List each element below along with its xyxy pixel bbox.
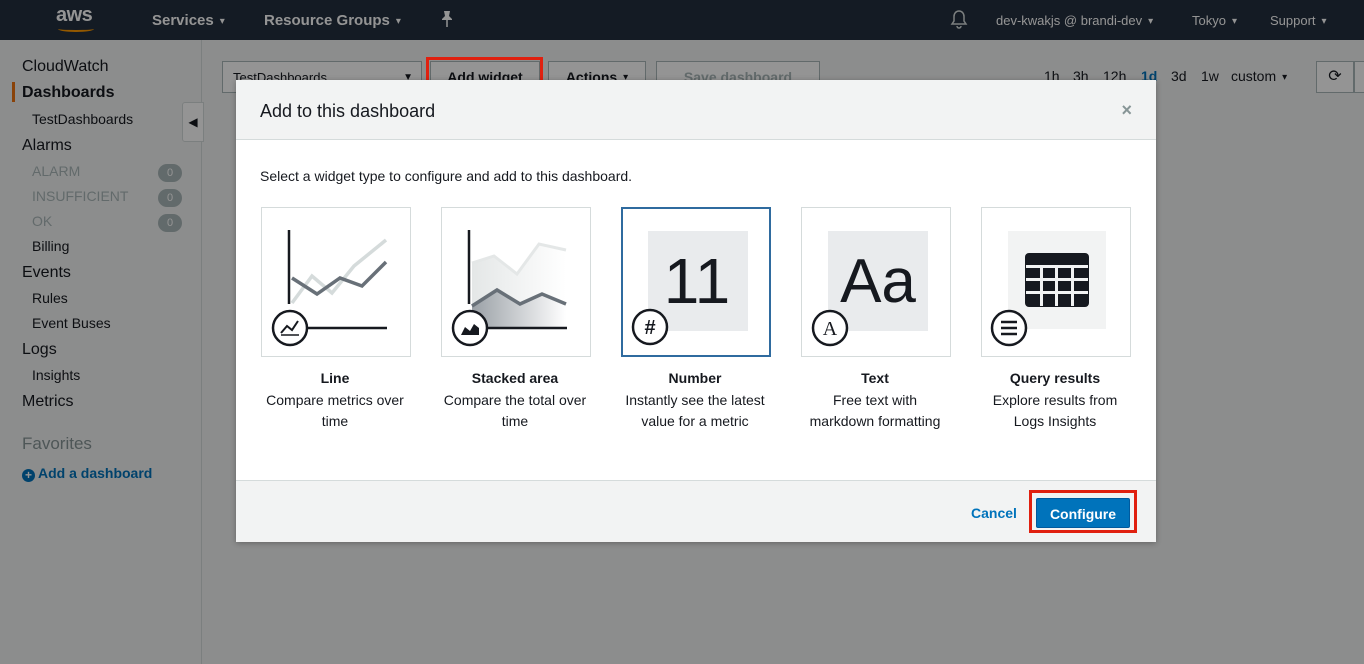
widget-desc-query-results: Explore results from Logs Insights (965, 390, 1145, 432)
widget-card-text[interactable]: Aa A (801, 207, 951, 357)
svg-text:#: # (644, 317, 655, 339)
widget-desc-line-1: Compare metrics over (266, 392, 404, 408)
widget-name-text: Text (861, 370, 889, 386)
widget-card-number[interactable]: 11 # (621, 207, 771, 357)
table-grid-icon (1025, 253, 1089, 307)
widget-desc-stacked-area-2: time (501, 413, 529, 429)
line-chart-preview (271, 230, 388, 347)
modal-title: Add to this dashboard (260, 101, 436, 121)
svg-text:A: A (823, 318, 838, 340)
widget-desc-text-2: markdown formatting (809, 413, 941, 429)
add-widget-modal: Add to this dashboard × Select a widget … (236, 80, 1156, 542)
widget-desc-text: Free text with markdown formatting (785, 390, 965, 432)
widget-name-query-results: Query results (1009, 370, 1101, 386)
widget-desc-line: Compare metrics over time (245, 390, 425, 432)
widget-desc-number-1: Instantly see the latest (625, 392, 765, 408)
configure-highlight (1029, 490, 1137, 533)
widget-card-line[interactable] (261, 207, 411, 357)
widget-desc-stacked-area-1: Compare the total over (443, 392, 587, 408)
text-preview: Aa A (811, 231, 928, 347)
widget-desc-number: Instantly see the latest value for a metr… (605, 390, 785, 432)
cancel-button[interactable]: Cancel (971, 505, 1017, 521)
widget-card-query-results[interactable] (981, 207, 1131, 357)
widget-name-line: Line (320, 370, 350, 386)
widget-desc-stacked-area: Compare the total over time (425, 390, 605, 432)
widget-desc-query-results-1: Explore results from (992, 392, 1118, 408)
widget-desc-number-2: value for a metric (641, 413, 749, 429)
number-preview: 11 # (631, 231, 748, 346)
text-preview-text: Aa (840, 247, 916, 316)
area-chart-preview (451, 230, 567, 347)
widget-card-stacked-area[interactable] (441, 207, 591, 357)
number-preview-text: 11 (664, 245, 730, 317)
query-results-preview (990, 231, 1106, 347)
widget-desc-query-results-2: Logs Insights (1013, 413, 1097, 429)
area-chart-icon (451, 309, 489, 347)
modal-header: Add to this dashboard × (236, 80, 1156, 140)
modal-footer: Cancel Configure (236, 480, 1156, 542)
close-icon[interactable]: × (1121, 100, 1132, 121)
widget-desc-line-2: time (321, 413, 349, 429)
modal-description: Select a widget type to configure and ad… (260, 168, 633, 184)
widget-name-stacked-area: Stacked area (471, 370, 559, 386)
widget-desc-text-1: Free text with (832, 392, 918, 408)
widget-name-number: Number (668, 370, 722, 386)
